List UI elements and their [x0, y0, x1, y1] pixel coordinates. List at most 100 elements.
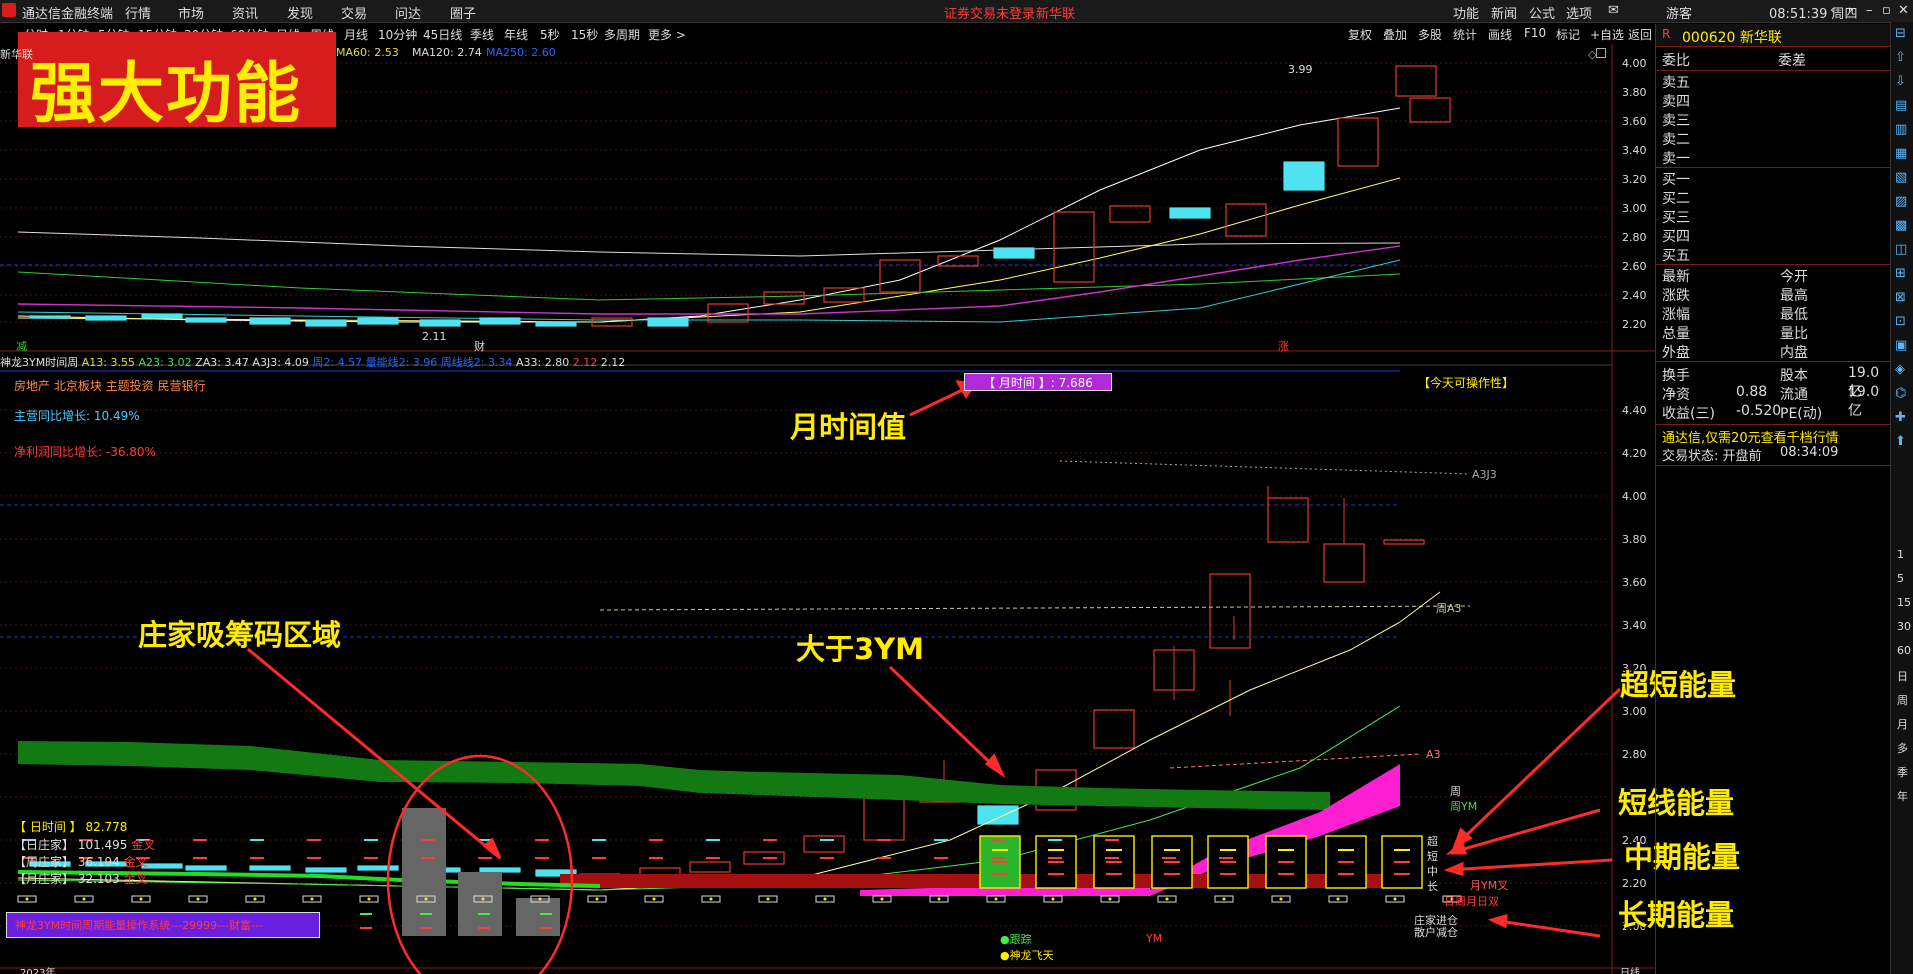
side-period-button[interactable]: 5 [1897, 572, 1904, 585]
period-10min[interactable]: 10分钟 [378, 26, 417, 43]
user-label[interactable]: 游客 [1666, 3, 1692, 22]
side-tool-icon[interactable]: ▦ [1895, 146, 1907, 161]
close-icon[interactable]: ✕ [1898, 3, 1909, 18]
side-tool-icon[interactable]: ⇧ [1895, 50, 1906, 65]
candle[interactable] [1323, 543, 1365, 583]
minimize-icon[interactable]: – [1866, 3, 1873, 18]
sell-level[interactable]: 卖二 [1662, 129, 1690, 149]
candle[interactable] [249, 865, 291, 871]
menu-xinwen[interactable]: 新闻 [1491, 3, 1517, 22]
forward-icon[interactable]: › [1848, 3, 1853, 18]
tool-biaoji[interactable]: 标记 [1556, 26, 1580, 43]
period-year[interactable]: 年线 [504, 26, 528, 43]
side-tool-icon[interactable]: ⬆ [1895, 434, 1906, 449]
candle[interactable] [185, 865, 227, 871]
side-tool-icon[interactable]: ⌬ [1895, 386, 1906, 401]
menu-xuanxiang[interactable]: 选项 [1566, 3, 1592, 22]
candle[interactable] [1209, 573, 1251, 649]
menu-quanzi[interactable]: 圈子 [450, 3, 476, 22]
side-tool-icon[interactable]: ▧ [1895, 170, 1907, 185]
candle[interactable] [937, 255, 979, 267]
chart-area[interactable] [0, 44, 1655, 974]
candle[interactable] [305, 319, 347, 327]
candle[interactable] [803, 835, 845, 853]
menu-hangqing[interactable]: 行情 [125, 3, 151, 22]
side-tool-icon[interactable]: ▨ [1895, 194, 1907, 209]
candle[interactable] [689, 861, 731, 873]
tool-f10[interactable]: F10 [1524, 26, 1546, 40]
pane-maximize-icon[interactable] [1596, 48, 1606, 58]
candle[interactable] [707, 303, 749, 323]
tool-fanhui[interactable]: 返回 [1628, 26, 1652, 43]
candle[interactable] [185, 317, 227, 323]
candle[interactable] [29, 315, 71, 319]
side-period-button[interactable]: 月 [1897, 716, 1908, 732]
sell-level[interactable]: 卖三 [1662, 110, 1690, 130]
back-icon[interactable]: ‹ [1830, 3, 1835, 18]
tool-tongji[interactable]: 统计 [1453, 26, 1477, 43]
candle[interactable] [305, 867, 347, 873]
menu-gongshi[interactable]: 公式 [1529, 3, 1555, 22]
side-period-button[interactable]: 15 [1897, 596, 1911, 609]
candle[interactable] [357, 865, 399, 871]
side-tool-icon[interactable]: ◫ [1895, 242, 1907, 257]
quote-promo[interactable]: 通达信,仅需20元查看千档行情 [1662, 427, 1839, 446]
side-period-button[interactable]: 1 [1897, 548, 1904, 561]
side-period-button[interactable]: 季 [1897, 764, 1908, 780]
candle[interactable] [141, 313, 183, 319]
candle[interactable] [863, 797, 905, 841]
candle[interactable] [357, 317, 399, 325]
side-period-button[interactable]: 日 [1897, 668, 1908, 684]
candle[interactable] [249, 317, 291, 325]
period-5sec[interactable]: 5秒 [540, 26, 560, 43]
period-15sec[interactable]: 15秒 [571, 26, 598, 43]
candle[interactable] [535, 321, 577, 327]
sell-level[interactable]: 卖一 [1662, 148, 1690, 168]
candle[interactable] [141, 863, 183, 869]
menu-zixun[interactable]: 资讯 [232, 3, 258, 22]
buy-level[interactable]: 买三 [1662, 207, 1690, 227]
tool-duogu[interactable]: 多股 [1418, 26, 1442, 43]
menu-shichang[interactable]: 市场 [178, 3, 204, 22]
tool-fuquan[interactable]: 复权 [1348, 26, 1372, 43]
candle[interactable] [1383, 539, 1425, 545]
menu-wenda[interactable]: 问达 [395, 3, 421, 22]
side-tool-icon[interactable]: ⊡ [1895, 314, 1906, 329]
candle[interactable] [479, 317, 521, 325]
side-tool-icon[interactable]: ⇩ [1895, 74, 1906, 89]
side-period-button[interactable]: 60 [1897, 644, 1911, 657]
menu-jiaoyi[interactable]: 交易 [341, 3, 367, 22]
buy-level[interactable]: 买五 [1662, 245, 1690, 265]
tool-zixuan[interactable]: +自选 [1590, 26, 1624, 43]
candle[interactable] [647, 317, 689, 327]
candle[interactable] [1225, 203, 1267, 237]
side-period-button[interactable]: 多 [1897, 740, 1908, 756]
tool-huaxian[interactable]: 画线 [1488, 26, 1512, 43]
side-period-button[interactable]: 年 [1897, 788, 1908, 804]
period-45day[interactable]: 45日线 [423, 26, 462, 43]
sell-level[interactable]: 卖四 [1662, 91, 1690, 111]
sell-level[interactable]: 卖五 [1662, 72, 1690, 92]
side-period-button[interactable]: 周 [1897, 692, 1908, 708]
buy-level[interactable]: 买一 [1662, 169, 1690, 189]
candle[interactable] [1283, 161, 1325, 191]
side-tool-icon[interactable]: ▩ [1895, 218, 1907, 233]
side-tool-icon[interactable]: ⊠ [1895, 290, 1906, 305]
side-tool-icon[interactable]: ⊞ [1895, 266, 1906, 281]
candle[interactable] [479, 867, 521, 873]
tool-diejia[interactable]: 叠加 [1383, 26, 1407, 43]
period-season[interactable]: 季线 [470, 26, 494, 43]
candle[interactable] [1093, 709, 1135, 749]
period-more[interactable]: 更多 > [648, 26, 686, 43]
side-tool-icon[interactable]: ▣ [1895, 338, 1907, 353]
menu-faxian[interactable]: 发现 [287, 3, 313, 22]
candle[interactable] [1409, 97, 1451, 123]
candle[interactable] [419, 319, 461, 327]
menu-gongneng[interactable]: 功能 [1453, 3, 1479, 22]
side-tool-icon[interactable]: ⊟ [1895, 26, 1906, 41]
side-tool-icon[interactable]: ▤ [1895, 98, 1907, 113]
period-month[interactable]: 月线 [344, 26, 368, 43]
candle[interactable] [1169, 207, 1211, 219]
side-tool-icon[interactable]: ✚ [1895, 410, 1906, 425]
maximize-icon[interactable]: ▫ [1882, 3, 1891, 18]
